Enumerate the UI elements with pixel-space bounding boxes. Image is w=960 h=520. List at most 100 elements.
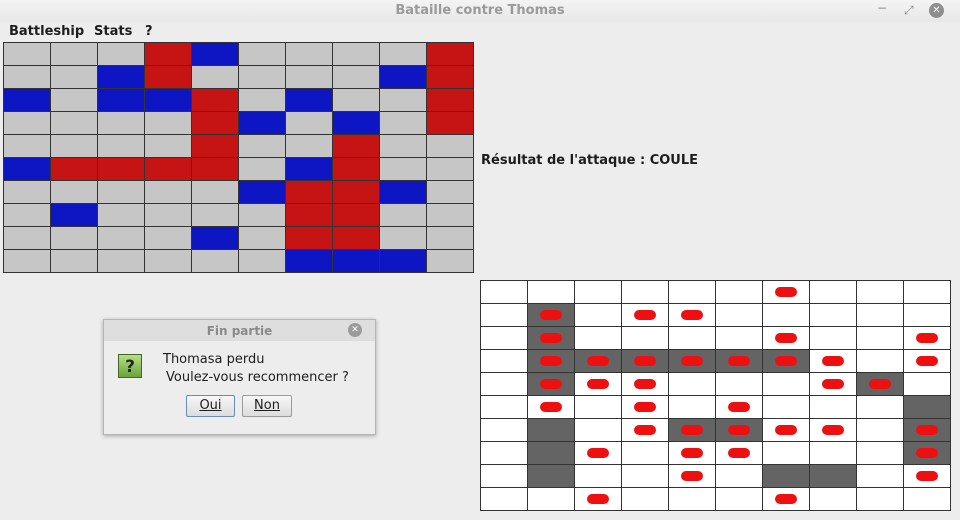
enemy-cell[interactable] [481, 350, 528, 373]
enemy-cell[interactable] [763, 442, 810, 465]
enemy-cell[interactable] [716, 465, 763, 488]
enemy-cell[interactable] [904, 419, 951, 442]
enemy-cell[interactable] [528, 350, 575, 373]
enemy-cell[interactable] [857, 396, 904, 419]
enemy-cell[interactable] [810, 327, 857, 350]
enemy-cell[interactable] [528, 442, 575, 465]
menu-stats[interactable]: Stats [94, 24, 132, 39]
enemy-cell[interactable] [622, 373, 669, 396]
enemy-board-grid[interactable] [480, 280, 951, 511]
enemy-cell[interactable] [669, 419, 716, 442]
enemy-cell[interactable] [669, 442, 716, 465]
enemy-cell[interactable] [575, 442, 622, 465]
enemy-cell[interactable] [763, 304, 810, 327]
enemy-cell[interactable] [575, 488, 622, 511]
enemy-cell[interactable] [763, 396, 810, 419]
enemy-cell[interactable] [481, 304, 528, 327]
enemy-cell[interactable] [810, 281, 857, 304]
enemy-cell[interactable] [528, 373, 575, 396]
enemy-cell[interactable] [857, 373, 904, 396]
enemy-cell[interactable] [904, 442, 951, 465]
enemy-cell[interactable] [622, 442, 669, 465]
enemy-cell[interactable] [716, 442, 763, 465]
enemy-cell[interactable] [904, 396, 951, 419]
enemy-cell[interactable] [481, 419, 528, 442]
enemy-cell[interactable] [904, 304, 951, 327]
enemy-cell[interactable] [528, 304, 575, 327]
enemy-cell[interactable] [528, 488, 575, 511]
enemy-cell[interactable] [575, 396, 622, 419]
enemy-cell[interactable] [669, 465, 716, 488]
enemy-cell[interactable] [716, 327, 763, 350]
enemy-cell[interactable] [763, 327, 810, 350]
enemy-cell[interactable] [904, 281, 951, 304]
enemy-cell[interactable] [716, 281, 763, 304]
enemy-cell[interactable] [763, 488, 810, 511]
enemy-cell[interactable] [763, 281, 810, 304]
enemy-cell[interactable] [716, 373, 763, 396]
enemy-cell[interactable] [810, 419, 857, 442]
enemy-cell[interactable] [810, 350, 857, 373]
enemy-cell[interactable] [528, 281, 575, 304]
enemy-cell[interactable] [481, 373, 528, 396]
enemy-cell[interactable] [669, 304, 716, 327]
enemy-cell[interactable] [622, 281, 669, 304]
enemy-cell[interactable] [904, 327, 951, 350]
enemy-cell[interactable] [575, 373, 622, 396]
enemy-cell[interactable] [622, 465, 669, 488]
enemy-cell[interactable] [622, 488, 669, 511]
yes-button[interactable]: Oui [186, 395, 235, 417]
maximize-icon[interactable]: ⤢ [904, 3, 914, 18]
enemy-cell[interactable] [904, 350, 951, 373]
close-icon[interactable]: ✕ [929, 3, 944, 18]
enemy-cell[interactable] [810, 396, 857, 419]
enemy-cell[interactable] [481, 281, 528, 304]
enemy-cell[interactable] [481, 396, 528, 419]
enemy-cell[interactable] [481, 465, 528, 488]
enemy-cell[interactable] [528, 327, 575, 350]
enemy-cell[interactable] [716, 396, 763, 419]
enemy-cell[interactable] [575, 304, 622, 327]
enemy-cell[interactable] [575, 350, 622, 373]
enemy-cell[interactable] [904, 465, 951, 488]
enemy-cell[interactable] [669, 327, 716, 350]
enemy-cell[interactable] [528, 419, 575, 442]
enemy-cell[interactable] [575, 281, 622, 304]
enemy-cell[interactable] [669, 281, 716, 304]
enemy-cell[interactable] [763, 373, 810, 396]
enemy-cell[interactable] [857, 465, 904, 488]
dialog-close-icon[interactable]: ✕ [348, 323, 362, 337]
enemy-cell[interactable] [857, 350, 904, 373]
enemy-cell[interactable] [669, 396, 716, 419]
enemy-cell[interactable] [857, 442, 904, 465]
no-button[interactable]: Non [242, 395, 292, 417]
minimize-icon[interactable]: − [877, 1, 887, 15]
enemy-cell[interactable] [763, 419, 810, 442]
enemy-cell[interactable] [904, 373, 951, 396]
enemy-cell[interactable] [857, 281, 904, 304]
enemy-cell[interactable] [528, 396, 575, 419]
enemy-cell[interactable] [669, 350, 716, 373]
enemy-cell[interactable] [481, 442, 528, 465]
enemy-cell[interactable] [716, 304, 763, 327]
enemy-cell[interactable] [810, 488, 857, 511]
enemy-cell[interactable] [622, 350, 669, 373]
enemy-cell[interactable] [904, 488, 951, 511]
enemy-cell[interactable] [481, 327, 528, 350]
menu-help[interactable]: ? [145, 24, 153, 39]
enemy-cell[interactable] [857, 419, 904, 442]
enemy-cell[interactable] [763, 465, 810, 488]
enemy-cell[interactable] [716, 350, 763, 373]
enemy-cell[interactable] [716, 419, 763, 442]
enemy-cell[interactable] [575, 327, 622, 350]
enemy-cell[interactable] [857, 327, 904, 350]
enemy-cell[interactable] [810, 373, 857, 396]
enemy-cell[interactable] [810, 465, 857, 488]
enemy-cell[interactable] [575, 419, 622, 442]
enemy-cell[interactable] [481, 488, 528, 511]
enemy-cell[interactable] [857, 488, 904, 511]
enemy-cell[interactable] [716, 488, 763, 511]
enemy-cell[interactable] [810, 442, 857, 465]
enemy-cell[interactable] [622, 327, 669, 350]
enemy-cell[interactable] [575, 465, 622, 488]
